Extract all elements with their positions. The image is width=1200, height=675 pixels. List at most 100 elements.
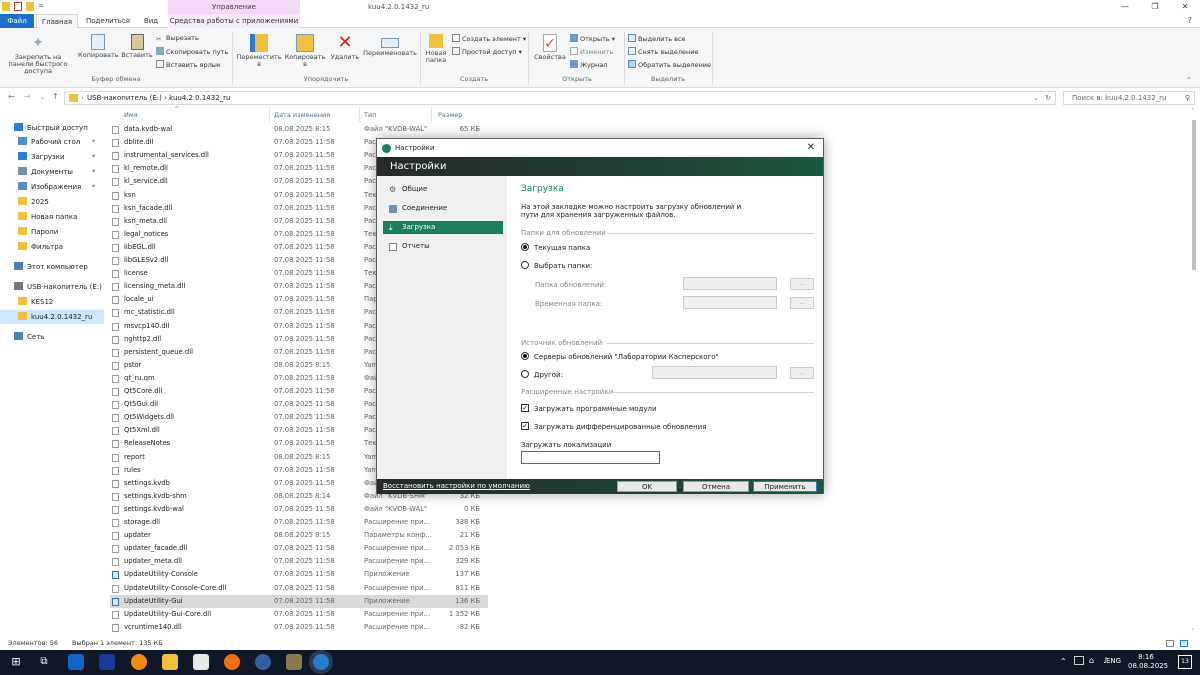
yandex-browser-icon[interactable] <box>255 654 271 670</box>
file-explorer-icon[interactable] <box>162 654 178 670</box>
table-row[interactable]: UpdateUtility-Console 07.08.2025 11:58 При… <box>110 568 488 581</box>
select-all-button[interactable]: Выделить все <box>628 34 686 43</box>
copy-button[interactable]: Копировать <box>78 34 119 59</box>
sidebar-item[interactable]: 2025 <box>0 195 104 209</box>
network-icon[interactable]: ⌂ <box>1089 656 1094 665</box>
archive-icon[interactable] <box>286 654 302 670</box>
table-row[interactable]: UpdateUtility-Gui 07.08.2025 11:58 Приложе… <box>110 594 488 608</box>
back-arrow-icon[interactable]: ← <box>8 92 15 101</box>
restore-defaults-link[interactable]: Восстановить настройки по умолчанию <box>383 482 530 490</box>
task-view-icon[interactable]: ⧉ <box>36 654 52 670</box>
delete-button[interactable]: ✕ Удалить <box>328 34 362 61</box>
copy-to-button[interactable]: Копировать в <box>283 34 327 68</box>
new-folder-icon[interactable] <box>26 2 34 11</box>
minimize-button[interactable]: — <box>1110 0 1140 14</box>
sidebar-item[interactable]: Новая папка <box>0 210 104 224</box>
paste-shortcut-button[interactable]: Вставить ярлык <box>156 60 221 69</box>
pin-quick-access-button[interactable]: ✦ Закрепить на панели быстрого доступа <box>4 34 72 75</box>
properties-icon[interactable] <box>14 2 22 11</box>
new-folder-button[interactable]: Новая папка <box>422 34 450 64</box>
temp-folder-input[interactable] <box>683 296 777 309</box>
dialog-close-button[interactable]: ✕ <box>807 139 815 157</box>
paw-app-icon[interactable] <box>193 654 209 670</box>
edit-button[interactable]: Изменить <box>570 47 613 56</box>
tray-display-icon[interactable] <box>1074 656 1084 665</box>
open-button[interactable]: Открыть ▾ <box>570 34 615 43</box>
column-header-date[interactable]: Дата изменения <box>274 111 330 119</box>
collapse-ribbon-icon[interactable]: ⌃ <box>1186 76 1192 84</box>
checkbox-download-diff[interactable]: ✓ <box>521 422 529 430</box>
move-to-button[interactable]: Переместить в <box>236 34 282 68</box>
apply-button[interactable]: Применить <box>753 481 817 492</box>
kaspersky-update-icon[interactable] <box>313 654 329 670</box>
new-item-button[interactable]: Создать элемент ▾ <box>452 34 526 43</box>
forward-arrow-icon[interactable]: → <box>24 92 31 101</box>
paste-button[interactable]: Вставить <box>120 34 154 59</box>
table-row[interactable]: UpdateUtility-Gui-Core.dll 07.08.2025 11:… <box>110 608 488 621</box>
rename-button[interactable]: Переименовать <box>362 34 418 57</box>
table-row[interactable]: settings.kvdb-wal 07.08.2025 11:58 Файл "K… <box>110 503 488 516</box>
column-header-type[interactable]: Тип <box>364 111 376 119</box>
radio-kaspersky-servers[interactable] <box>521 352 529 360</box>
column-header-size[interactable]: Размер <box>438 111 462 119</box>
close-button[interactable]: ✕ <box>1170 0 1200 14</box>
sidebar-item[interactable]: Пароли <box>0 225 104 239</box>
nav-reports[interactable]: Отчеты <box>383 240 503 253</box>
sidebar-item[interactable]: Загрузки ✦ <box>0 150 104 164</box>
address-input[interactable]: › USB-накопитель (E:) › kuu4.2.0.1432_ru… <box>64 91 1056 105</box>
table-row[interactable]: data.kvdb-wal 08.08.2025 8:15 Файл "KVDB-W… <box>110 123 488 136</box>
tab-app-tools[interactable]: Средства работы с приложениями <box>168 14 300 28</box>
sidebar-item[interactable]: Фильтра <box>0 240 104 254</box>
browse-source-button[interactable]: ... <box>790 367 814 379</box>
help-icon[interactable]: ? <box>1188 16 1192 25</box>
nav-general[interactable]: ⚙ Общие <box>383 183 503 196</box>
sidebar-item[interactable]: KES12 <box>0 295 104 309</box>
nav-download[interactable]: ⤓ Загрузка <box>383 221 503 234</box>
radio-current-folder[interactable] <box>521 243 529 251</box>
copy-path-button[interactable]: Скопировать путь <box>156 47 228 56</box>
chevron-down-icon[interactable]: = <box>38 2 46 11</box>
sidebar-item[interactable]: kuu4.2.0.1432_ru <box>0 310 104 324</box>
other-source-input[interactable] <box>652 366 777 379</box>
browse-updates-button[interactable]: ... <box>790 278 814 290</box>
scroll-thumb[interactable] <box>1192 120 1196 270</box>
localization-input[interactable] <box>521 451 660 464</box>
start-windows-icon[interactable]: ⊞ <box>8 654 24 670</box>
clock[interactable]: 8:16 08.08.2025 <box>1128 653 1168 671</box>
vertical-scrollbar[interactable]: ˄ ˅ <box>1190 108 1198 638</box>
table-row[interactable]: updater_facade.dll 07.08.2025 11:58 Расшир… <box>110 542 488 555</box>
select-none-button[interactable]: Снять выделение <box>628 47 698 56</box>
updates-folder-input[interactable] <box>683 277 777 290</box>
table-row[interactable]: storage.dll 07.08.2025 11:58 Расширение пр… <box>110 516 488 529</box>
breadcrumb[interactable]: USB-накопитель (E:) › kuu4.2.0.1432_ru <box>87 94 230 102</box>
cut-button[interactable]: ✂ Вырезать <box>156 34 199 43</box>
app-orange-round-icon[interactable] <box>224 654 240 670</box>
tab-file[interactable]: Файл <box>0 14 34 28</box>
radio-other-source[interactable] <box>521 370 529 378</box>
tab-view[interactable]: Вид <box>138 14 164 28</box>
browse-temp-button[interactable]: ... <box>790 297 814 309</box>
scroll-down-icon[interactable]: ˅ <box>1191 628 1194 635</box>
history-button[interactable]: Журнал <box>570 60 607 69</box>
refresh-icon[interactable]: ↻ <box>1045 92 1051 104</box>
nav-connection[interactable]: Соединение <box>383 202 503 215</box>
easy-access-button[interactable]: Простой доступ ▾ <box>452 47 522 56</box>
language-indicator[interactable]: ENG <box>1106 657 1121 665</box>
checkbox-download-modules[interactable]: ✓ <box>521 404 529 412</box>
up-arrow-icon[interactable]: ↑ <box>52 92 59 101</box>
sidebar-item[interactable]: Этот компьютер <box>0 260 104 274</box>
recent-dropdown-icon[interactable]: ⌄ <box>40 94 45 101</box>
details-view-icon[interactable] <box>1166 640 1174 647</box>
table-row[interactable]: updater_meta.dll 07.08.2025 11:58 Расширен… <box>110 555 488 568</box>
sidebar-item[interactable]: USB-накопитель (E:) <box>0 280 104 294</box>
column-header-name[interactable]: Имя <box>124 111 138 119</box>
invert-selection-button[interactable]: Обратить выделение <box>628 60 711 69</box>
table-row[interactable]: UpdateUtility-Console-Core.dll 07.08.2025… <box>110 582 488 595</box>
table-row[interactable]: updater 08.08.2025 8:15 Параметры конф... 2… <box>110 529 488 542</box>
tray-chevron-icon[interactable]: ⌃ <box>1060 657 1067 666</box>
folder-icon[interactable] <box>2 2 10 11</box>
search-input[interactable]: Поиск в: kuu4.2.0.1432_ru ⚲ <box>1063 91 1195 105</box>
radio-choose-folder[interactable] <box>521 261 529 269</box>
cancel-button[interactable]: Отмена <box>683 481 749 492</box>
properties-button[interactable]: ✓ Свойства <box>532 34 568 61</box>
